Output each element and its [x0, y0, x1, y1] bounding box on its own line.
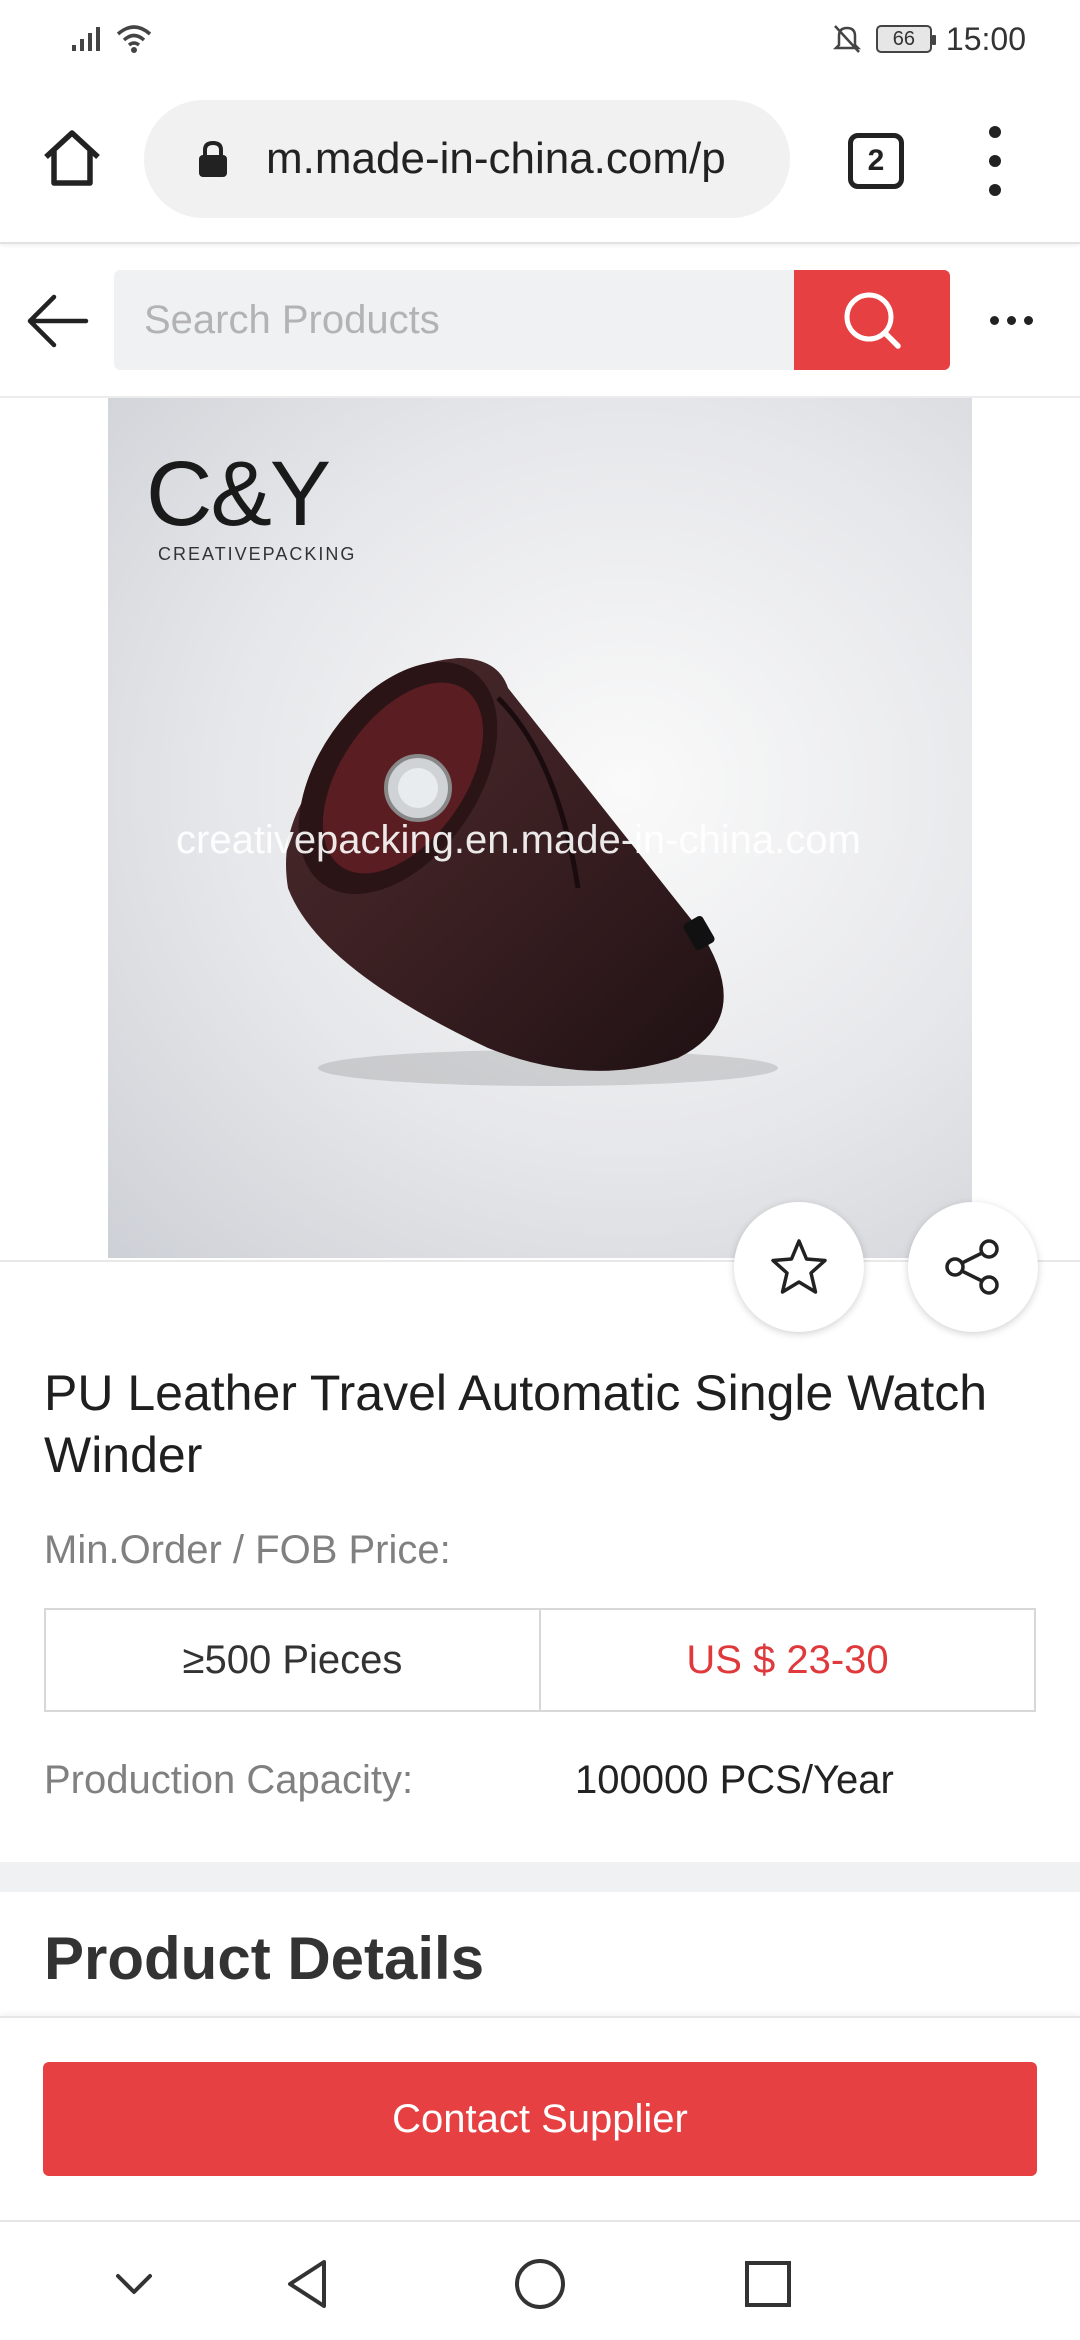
back-arrow-icon[interactable] — [24, 286, 94, 356]
system-nav-bar — [0, 2220, 1080, 2340]
site-header — [0, 246, 1080, 398]
chevron-down-icon[interactable] — [102, 2252, 166, 2316]
url-text: m.made-in-china.com/p — [266, 134, 726, 183]
back-triangle-icon[interactable] — [276, 2252, 340, 2316]
image-watermark: creativepacking.en.made-in-china.com — [176, 818, 861, 862]
clock: 15:00 — [945, 20, 1026, 57]
logo-sub: CREATIVEPACKING — [158, 544, 357, 564]
capacity-label: Production Capacity: — [44, 1758, 414, 1802]
lock-icon — [199, 140, 227, 177]
wifi-icon — [116, 25, 152, 53]
status-bar: 66 15:00 — [0, 0, 1080, 78]
product-details-heading: Product Details — [44, 1925, 485, 1992]
tab-count: 2 — [867, 144, 885, 177]
price-table: ≥500 Pieces US $ 23-30 — [44, 1608, 1036, 1712]
share-button[interactable] — [908, 1202, 1038, 1332]
share-icon — [945, 1239, 999, 1295]
logo-main: C&Y — [146, 443, 331, 545]
star-icon — [771, 1239, 827, 1294]
more-icon[interactable] — [990, 316, 1033, 325]
product-title: PU Leather Travel Automatic Single Watch… — [44, 1365, 988, 1483]
home-circle-icon[interactable] — [508, 2252, 572, 2316]
brand-logo: C&Y CREATIVEPACKING — [146, 448, 356, 565]
status-right: 66 15:00 — [832, 21, 1026, 58]
fob-price-value: US $ 23-30 — [686, 1637, 889, 1682]
watch-winder-illustration — [286, 658, 778, 1086]
bottom-action-bar: Contact Supplier — [0, 2016, 1080, 2220]
browser-toolbar: m.made-in-china.com/p 2 — [0, 78, 1080, 244]
status-left — [70, 24, 154, 54]
section-separator — [0, 1862, 1080, 1892]
price-label: Min.Order / FOB Price: — [44, 1528, 451, 1572]
product-image[interactable]: C&Y CREATIVEPACKING creativepacking.en.m… — [108, 398, 972, 1258]
signal-icon — [72, 27, 100, 51]
search-button[interactable] — [794, 270, 950, 370]
search-input[interactable] — [114, 270, 794, 370]
search-icon — [844, 292, 901, 349]
contact-supplier-button[interactable]: Contact Supplier — [43, 2062, 1037, 2176]
min-order-value: ≥500 Pieces — [46, 1610, 541, 1710]
capacity-value: 100000 PCS/Year — [575, 1758, 894, 1802]
home-icon[interactable] — [38, 125, 106, 193]
menu-icon[interactable] — [980, 126, 1010, 196]
address-bar[interactable]: m.made-in-china.com/p — [144, 100, 790, 218]
mute-icon — [832, 25, 861, 53]
tabs-icon[interactable]: 2 — [848, 133, 904, 189]
recents-square-icon[interactable] — [736, 2252, 800, 2316]
favorite-button[interactable] — [734, 1202, 864, 1332]
battery-icon: 66 — [875, 25, 936, 53]
